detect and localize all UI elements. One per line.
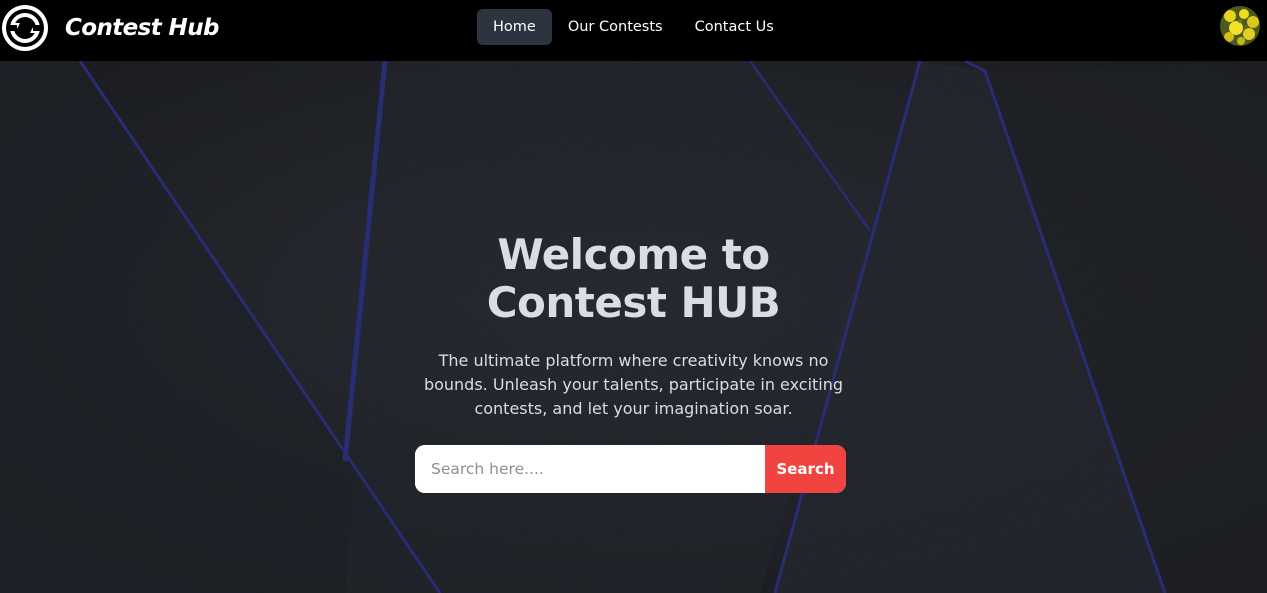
refresh-circle-icon xyxy=(2,5,48,51)
search-form: Search xyxy=(415,445,846,493)
hero-content: Welcome to Contest HUB The ultimate plat… xyxy=(0,231,1267,421)
hero-description: The ultimate platform where creativity k… xyxy=(423,351,844,418)
nav-link-contact-us[interactable]: Contact Us xyxy=(679,9,790,45)
search-input[interactable] xyxy=(415,445,765,493)
user-avatar-icon xyxy=(1220,6,1260,46)
nav-link-home[interactable]: Home xyxy=(477,9,552,45)
hero-title: Welcome to Contest HUB xyxy=(486,230,781,327)
hero: Welcome to Contest HUB The ultimate plat… xyxy=(0,61,1267,593)
nav-links: Home Our Contests Contact Us xyxy=(477,9,790,45)
brand-name: Contest Hub xyxy=(65,15,219,41)
search-button[interactable]: Search xyxy=(765,445,846,493)
brand[interactable]: Contest Hub xyxy=(0,3,219,53)
avatar[interactable] xyxy=(1220,6,1260,46)
nav-link-our-contests[interactable]: Our Contests xyxy=(552,9,679,45)
navbar: Contest Hub Home Our Contests Contact Us xyxy=(0,0,1267,61)
